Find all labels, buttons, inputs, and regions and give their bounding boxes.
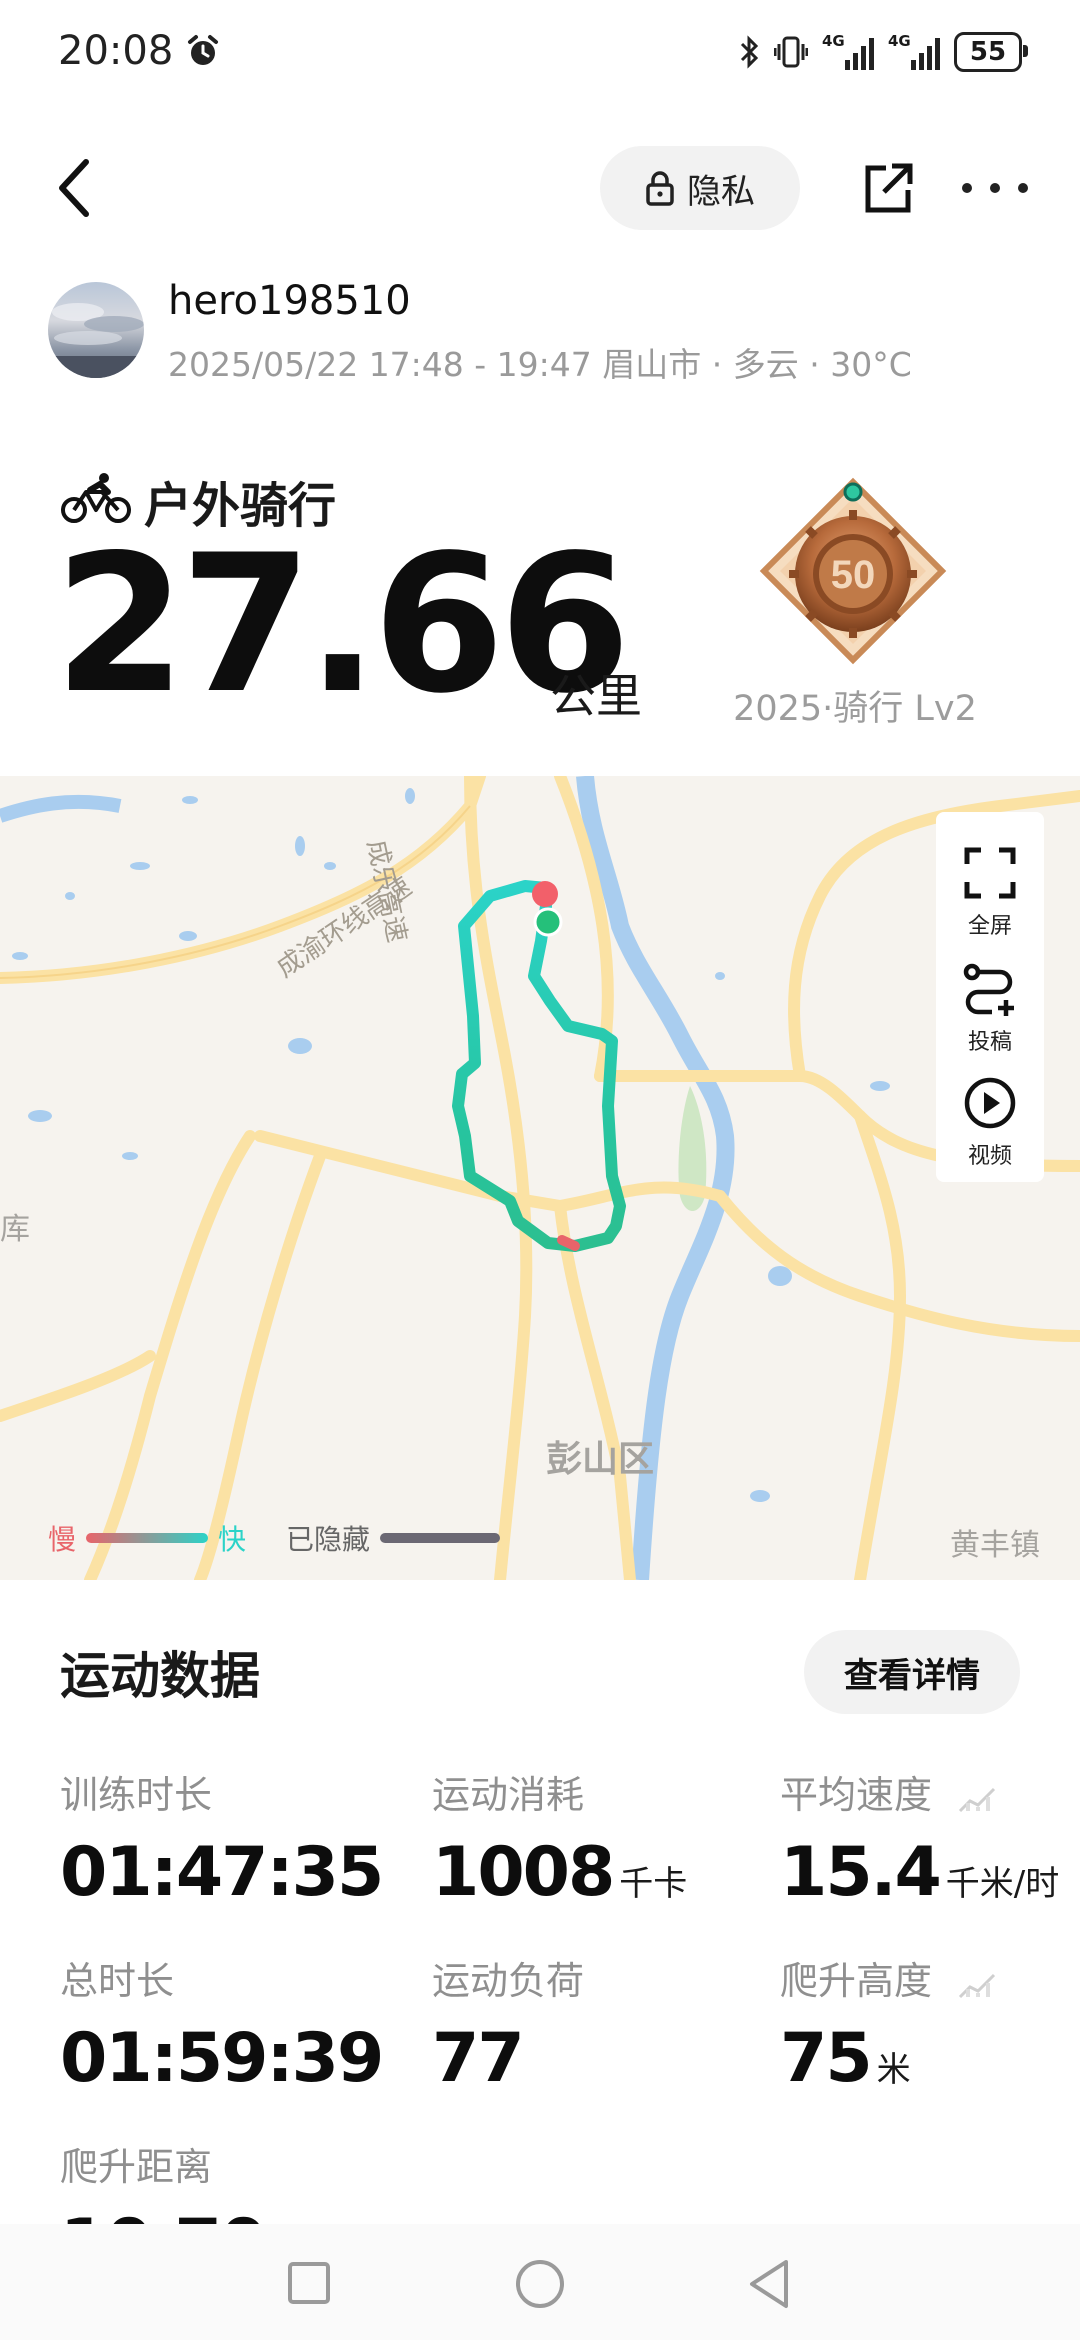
dot-icon bbox=[1018, 183, 1028, 193]
status-time: 20:08 bbox=[58, 28, 220, 74]
stat-value: 01:59:39 bbox=[60, 2019, 384, 2098]
home-icon[interactable] bbox=[514, 2258, 566, 2310]
stat-label: 平均速度 bbox=[780, 1773, 933, 1817]
privacy-button[interactable]: 隐私 bbox=[600, 146, 800, 230]
speed-legend: 慢 快 已隐藏 bbox=[48, 1518, 501, 1558]
edge-label: 库 bbox=[0, 1212, 30, 1247]
fullscreen-label: 全屏 bbox=[967, 914, 1012, 939]
privacy-label: 隐私 bbox=[687, 171, 755, 212]
legend-fast: 快 bbox=[218, 1523, 247, 1556]
stat-value: 01:47:35 bbox=[60, 1833, 384, 1912]
chart-icon bbox=[959, 1787, 996, 1812]
route-submit-icon bbox=[963, 963, 1014, 1016]
legend-hidden: 已隐藏 bbox=[286, 1523, 371, 1556]
stat-total-time: 总时长 01:59:39 bbox=[60, 1950, 384, 2093]
map-canvas bbox=[0, 776, 1080, 1580]
clock-text: 20:08 bbox=[58, 28, 174, 74]
system-nav-bar bbox=[0, 2224, 1080, 2340]
map-toolbar: 全屏 投稿 视频 bbox=[936, 812, 1044, 1182]
submit-label: 投稿 bbox=[967, 1030, 1012, 1055]
town-label: 黄丰镇 bbox=[950, 1528, 1040, 1563]
submit-route-button[interactable]: 投稿 bbox=[936, 962, 1044, 1056]
medal-number: 50 bbox=[831, 553, 876, 597]
status-icons: 4G 4G 55 bbox=[738, 30, 1028, 74]
medal-label: 2025·骑行 Lv2 bbox=[733, 689, 977, 729]
battery-icon: 55 bbox=[954, 32, 1028, 72]
dot-icon bbox=[962, 183, 972, 193]
view-details-button[interactable]: 查看详情 bbox=[804, 1630, 1020, 1714]
fullscreen-button[interactable]: 全屏 bbox=[936, 846, 1044, 940]
share-button[interactable] bbox=[862, 160, 914, 216]
stat-label: 训练时长 bbox=[60, 1773, 213, 1817]
video-label: 视频 bbox=[967, 1144, 1012, 1169]
legend-slow: 慢 bbox=[48, 1523, 77, 1556]
route-map[interactable]: 成乐高速 成渝环线高速 彭山区 黄丰镇 库 全屏 投稿 视频 慢 快 已隐藏 bbox=[0, 776, 1080, 1580]
stat-label: 运动消耗 bbox=[432, 1773, 585, 1817]
stat-calories: 运动消耗 1008 千卡 bbox=[432, 1764, 687, 1907]
stat-unit: 千米/时 bbox=[945, 1864, 1060, 1904]
fullscreen-icon bbox=[964, 847, 1016, 899]
stat-elevation-gain[interactable]: 爬升高度 75 米 bbox=[780, 1950, 998, 2093]
start-marker bbox=[532, 881, 558, 907]
signal-1-icon: 4G bbox=[822, 32, 874, 70]
end-marker bbox=[533, 907, 563, 937]
stat-unit: 米 bbox=[876, 2050, 911, 2090]
stat-avg-speed[interactable]: 平均速度 15.4 千米/时 bbox=[780, 1764, 1059, 1907]
stat-label: 总时长 bbox=[60, 1959, 175, 2003]
avatar[interactable] bbox=[48, 282, 144, 378]
chart-icon bbox=[959, 1973, 996, 1998]
vibrate-icon bbox=[774, 36, 808, 68]
recents-icon[interactable] bbox=[286, 2260, 332, 2306]
stat-unit: 千卡 bbox=[619, 1864, 688, 1904]
stat-training-time: 训练时长 01:47:35 bbox=[60, 1764, 384, 1907]
alarm-icon bbox=[188, 35, 218, 65]
sport-data-title: 运动数据 bbox=[60, 1647, 260, 1705]
hidden-bar bbox=[380, 1533, 501, 1543]
stat-label: 爬升距离 bbox=[60, 2145, 213, 2189]
dot-icon bbox=[990, 183, 1000, 193]
stat-label: 运动负荷 bbox=[432, 1959, 585, 2003]
district-label: 彭山区 bbox=[546, 1439, 655, 1480]
play-icon bbox=[964, 1077, 1016, 1129]
speed-gradient-bar bbox=[86, 1533, 209, 1543]
avatar-image bbox=[48, 303, 144, 378]
distance-value: 27.66 bbox=[54, 514, 631, 735]
distance-unit: 公里 bbox=[550, 669, 642, 723]
back-button[interactable] bbox=[46, 152, 106, 224]
activity-meta: 2025/05/22 17:48 - 19:47 眉山市 · 多云 · 30°C bbox=[168, 345, 912, 384]
back-nav-icon[interactable] bbox=[746, 2258, 792, 2310]
stat-training-load: 运动负荷 77 bbox=[432, 1950, 584, 2093]
bluetooth-icon bbox=[740, 35, 759, 69]
lock-icon bbox=[646, 171, 674, 206]
stat-value: 1008 bbox=[432, 1833, 615, 1912]
signal-2-icon: 4G bbox=[888, 32, 940, 70]
stat-value: 15.4 bbox=[780, 1833, 942, 1912]
stat-label: 爬升高度 bbox=[780, 1959, 933, 2003]
stat-value: 75 bbox=[780, 2019, 873, 2098]
video-button[interactable]: 视频 bbox=[936, 1076, 1044, 1170]
stat-value: 77 bbox=[432, 2019, 525, 2098]
more-button[interactable] bbox=[962, 170, 1028, 206]
medal-badge[interactable]: 50 bbox=[758, 476, 948, 666]
username: hero198510 bbox=[168, 278, 411, 324]
